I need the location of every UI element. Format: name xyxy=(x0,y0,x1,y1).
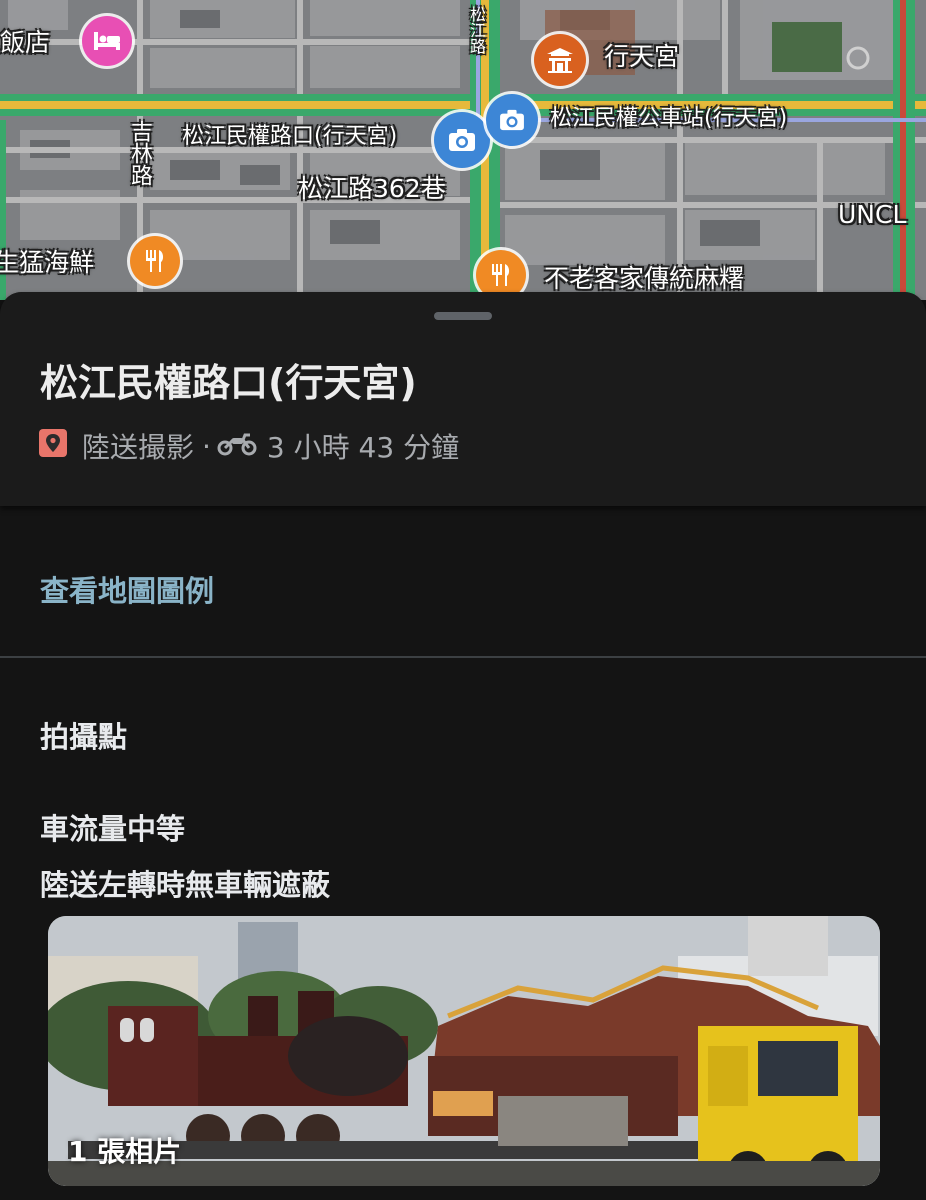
restaurant-pin-seafood[interactable] xyxy=(130,236,180,286)
separator-dot: · xyxy=(202,429,211,463)
fork-knife-icon xyxy=(492,264,510,286)
app-root: 飯店 行天宮 松江民權路口(行天宮) 松江民權公車站(行天宮) 松江路362巷 … xyxy=(0,0,926,1200)
place-subtitle: 陸送撮影 · 3 小時 43 分鐘 xyxy=(38,426,459,466)
hotel-pin[interactable] xyxy=(82,16,132,66)
map-label-street-jilin: 吉林路 xyxy=(127,120,152,186)
map-label-intersection[interactable]: 松江民權路口(行天宮) xyxy=(182,126,397,148)
temple-pin[interactable] xyxy=(534,34,586,86)
view-map-legend-link[interactable]: 查看地圖圖例 xyxy=(40,568,214,610)
camera-icon xyxy=(449,129,475,151)
drag-handle[interactable] xyxy=(434,312,492,320)
place-title: 松江民權路口(行天宮) xyxy=(40,361,417,405)
photo-spot-pin[interactable] xyxy=(486,94,538,146)
description-line: 車流量中等 xyxy=(40,812,186,846)
map-label-lane: 松江路362巷 xyxy=(298,174,446,203)
photo-spot-pin-selected[interactable] xyxy=(434,112,490,168)
temple-icon xyxy=(547,48,573,73)
fork-knife-icon xyxy=(146,250,164,272)
map-label-hakka[interactable]: 不老客家傳統麻糬 xyxy=(544,266,744,291)
bed-icon xyxy=(94,32,120,50)
map-view[interactable]: 飯店 行天宮 松江民權路口(行天宮) 松江民權公車站(行天宮) 松江路362巷 … xyxy=(0,0,926,300)
section-divider xyxy=(0,656,926,658)
photo-count-label: 1 張相片 xyxy=(68,1135,182,1168)
camera-icon xyxy=(500,109,524,131)
place-category: 陸送撮影 xyxy=(82,431,195,464)
description-line: 陸送左轉時無車輛遮蔽 xyxy=(40,868,331,902)
map-label-vertical-street: 松江路 xyxy=(467,6,486,54)
sheet-header: 松江民權路口(行天宮) 陸送撮影 · 3 小時 43 分鐘 xyxy=(0,292,926,506)
section-title-shooting-spot: 拍攝點 xyxy=(40,720,128,754)
travel-time: 3 小時 43 分鐘 xyxy=(266,431,460,464)
map-label-temple[interactable]: 行天宮 xyxy=(604,44,679,69)
motorcycle-icon xyxy=(217,430,257,463)
place-details-sheet[interactable]: 松江民權路口(行天宮) 陸送撮影 · 3 小時 43 分鐘 查看地圖圖例 拍攝點… xyxy=(0,292,926,1200)
location-pin-icon xyxy=(38,428,68,465)
map-label-uniqlo[interactable]: UNCL xyxy=(838,202,906,227)
map-label-hotel[interactable]: 飯店 xyxy=(0,30,50,55)
map-label-seafood[interactable]: 生猛海鮮 xyxy=(0,250,94,275)
photo-thumbnail[interactable]: 1 張相片 xyxy=(48,916,880,1186)
map-label-bus-stop[interactable]: 松江民權公車站(行天宮) xyxy=(550,108,787,130)
